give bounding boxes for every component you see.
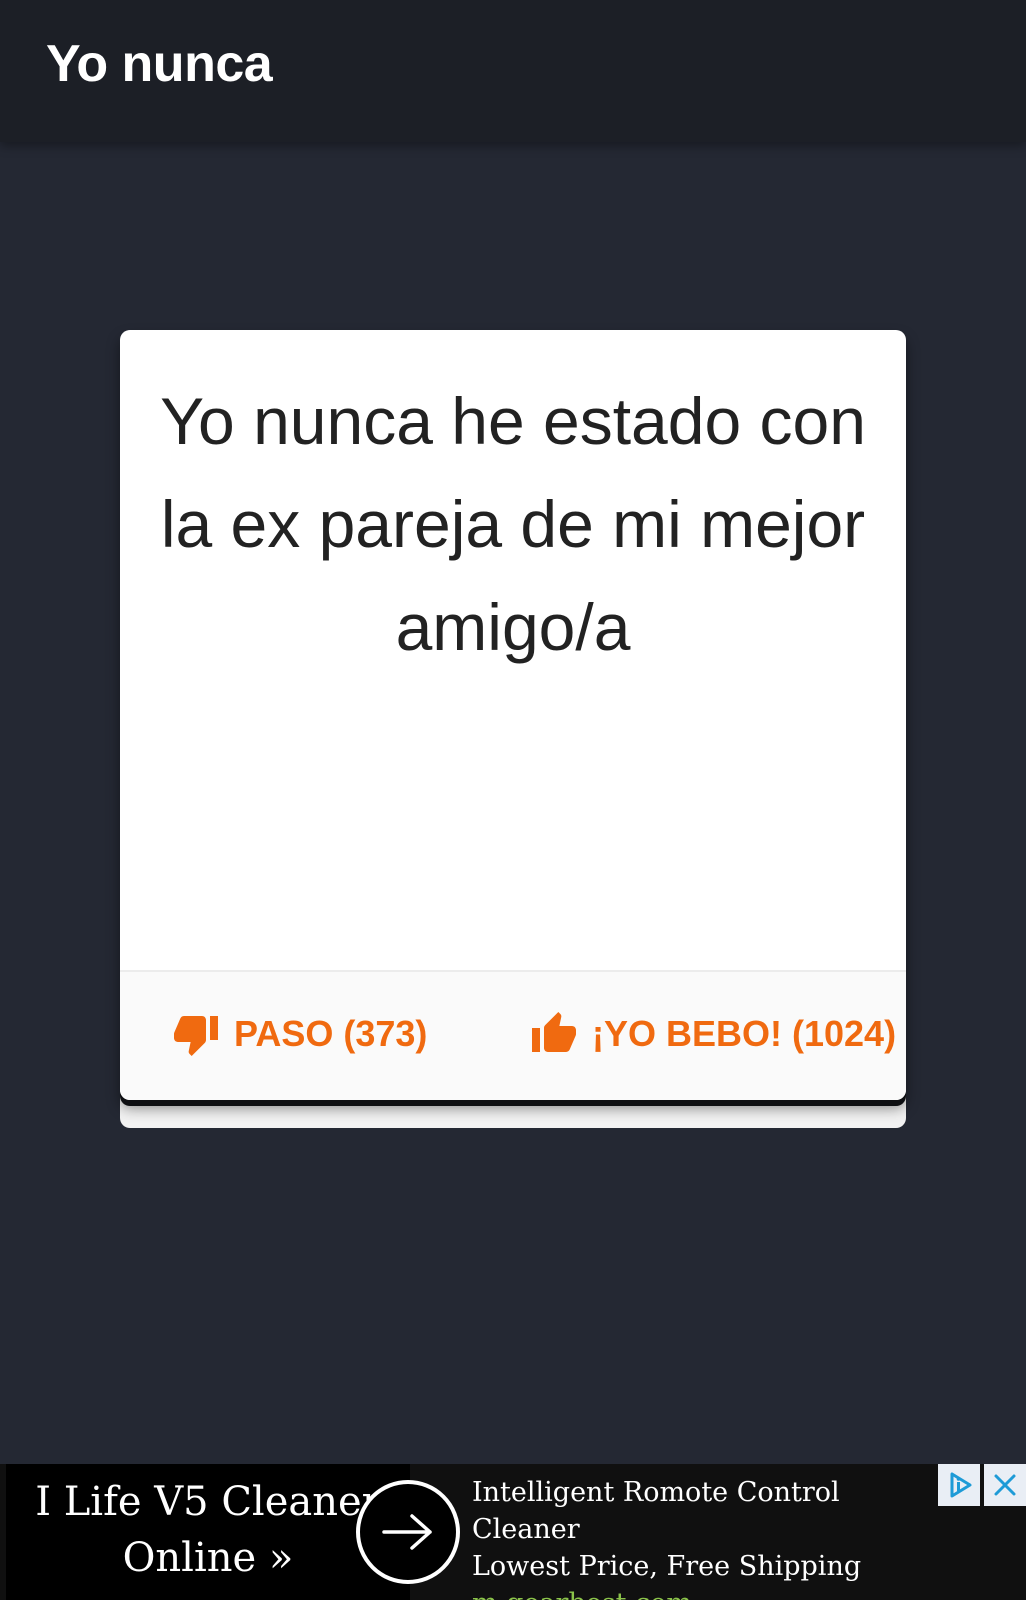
ad-banner[interactable]: I Life V5 Cleaner Online » Intelligent R…	[0, 1464, 1026, 1600]
pass-button[interactable]: PASO (373)	[172, 1010, 427, 1058]
arrow-right-icon[interactable]	[356, 1480, 460, 1584]
ad-copy[interactable]: Intelligent Romote Control Cleaner Lowes…	[472, 1474, 932, 1600]
ad-subline: Lowest Price, Free Shipping	[472, 1551, 862, 1582]
ad-product-line1: I Life V5 Cleaner	[35, 1479, 381, 1525]
card-actions: PASO (373) ¡YO BEBO! (1024)	[120, 970, 906, 1100]
thumbs-up-icon	[532, 1012, 576, 1052]
adchoices-icon[interactable]	[938, 1464, 980, 1506]
drink-button[interactable]: ¡YO BEBO! (1024)	[530, 1010, 896, 1058]
close-icon[interactable]	[984, 1464, 1026, 1506]
pass-label: PASO (373)	[234, 1013, 428, 1054]
app-title: Yo nunca	[46, 35, 273, 93]
thumbs-down-icon	[174, 1016, 218, 1056]
app-bar: Yo nunca	[0, 0, 1026, 142]
question-text: Yo nunca he estado con la ex pareja de m…	[160, 384, 866, 664]
ad-product-line2: Online »	[122, 1535, 294, 1581]
ad-url: m.gearbest.com	[472, 1585, 932, 1600]
ad-headline: Intelligent Romote Control Cleaner	[472, 1477, 840, 1545]
ad-product-title[interactable]: I Life V5 Cleaner Online »	[6, 1464, 410, 1600]
question-card[interactable]: Yo nunca he estado con la ex pareja de m…	[120, 330, 906, 1100]
drink-label: ¡YO BEBO! (1024)	[592, 1013, 897, 1054]
